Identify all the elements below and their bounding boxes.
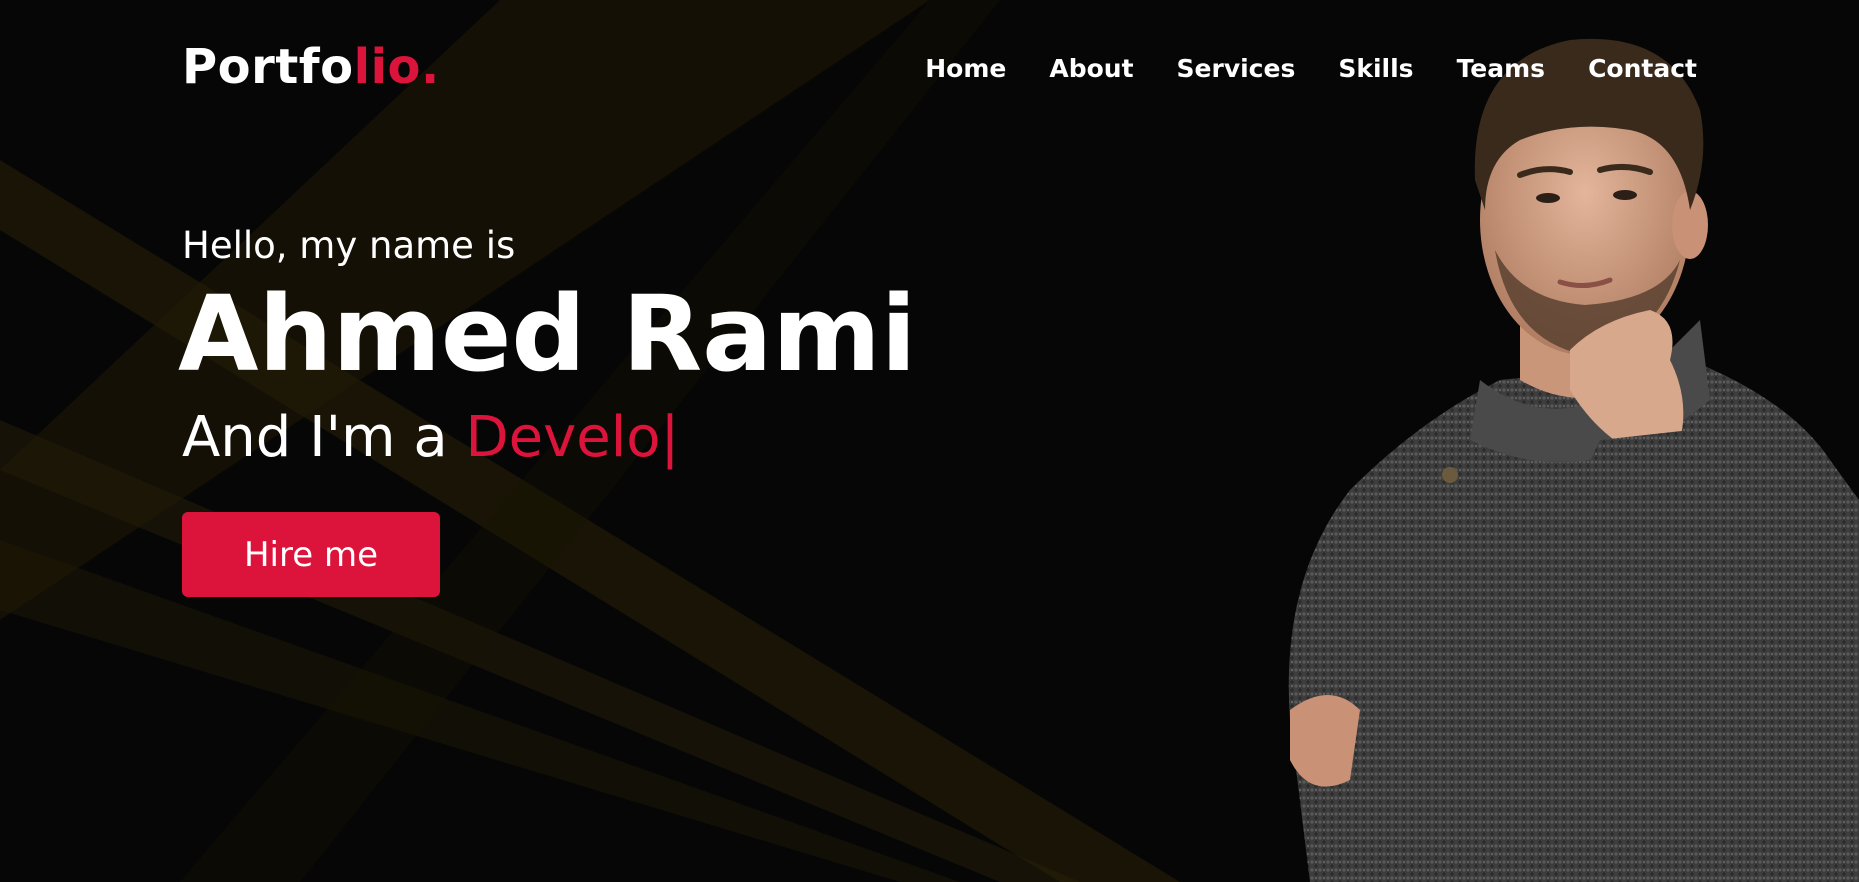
typing-caret: | — [660, 405, 680, 470]
portfolio-page: Portfolio. Home About Services Skills Te… — [0, 0, 1859, 882]
site-logo[interactable]: Portfolio. — [182, 43, 440, 91]
main-navigation: Home About Services Skills Teams Contact — [925, 56, 1697, 81]
nav-home[interactable]: Home — [925, 56, 1006, 81]
hire-me-button[interactable]: Hire me — [182, 512, 440, 597]
role-typed-text: Develo — [465, 405, 661, 470]
nav-about[interactable]: About — [1049, 56, 1133, 81]
nav-skills[interactable]: Skills — [1338, 56, 1413, 81]
navbar: Portfolio. Home About Services Skills Te… — [0, 0, 1859, 150]
hero-name: Ahmed Rami — [178, 273, 917, 395]
logo-accent-text: lio. — [353, 39, 440, 95]
logo-main-text: Portfo — [182, 39, 354, 95]
nav-teams[interactable]: Teams — [1457, 56, 1546, 81]
hero-role: And I'm a Develo| — [182, 410, 916, 466]
nav-services[interactable]: Services — [1177, 56, 1296, 81]
hero-greeting: Hello, my name is — [182, 224, 516, 267]
hero-section: Hello, my name is Ahmed Rami And I'm a D… — [178, 222, 916, 466]
nav-contact[interactable]: Contact — [1588, 56, 1697, 81]
role-prefix: And I'm a — [182, 405, 466, 470]
